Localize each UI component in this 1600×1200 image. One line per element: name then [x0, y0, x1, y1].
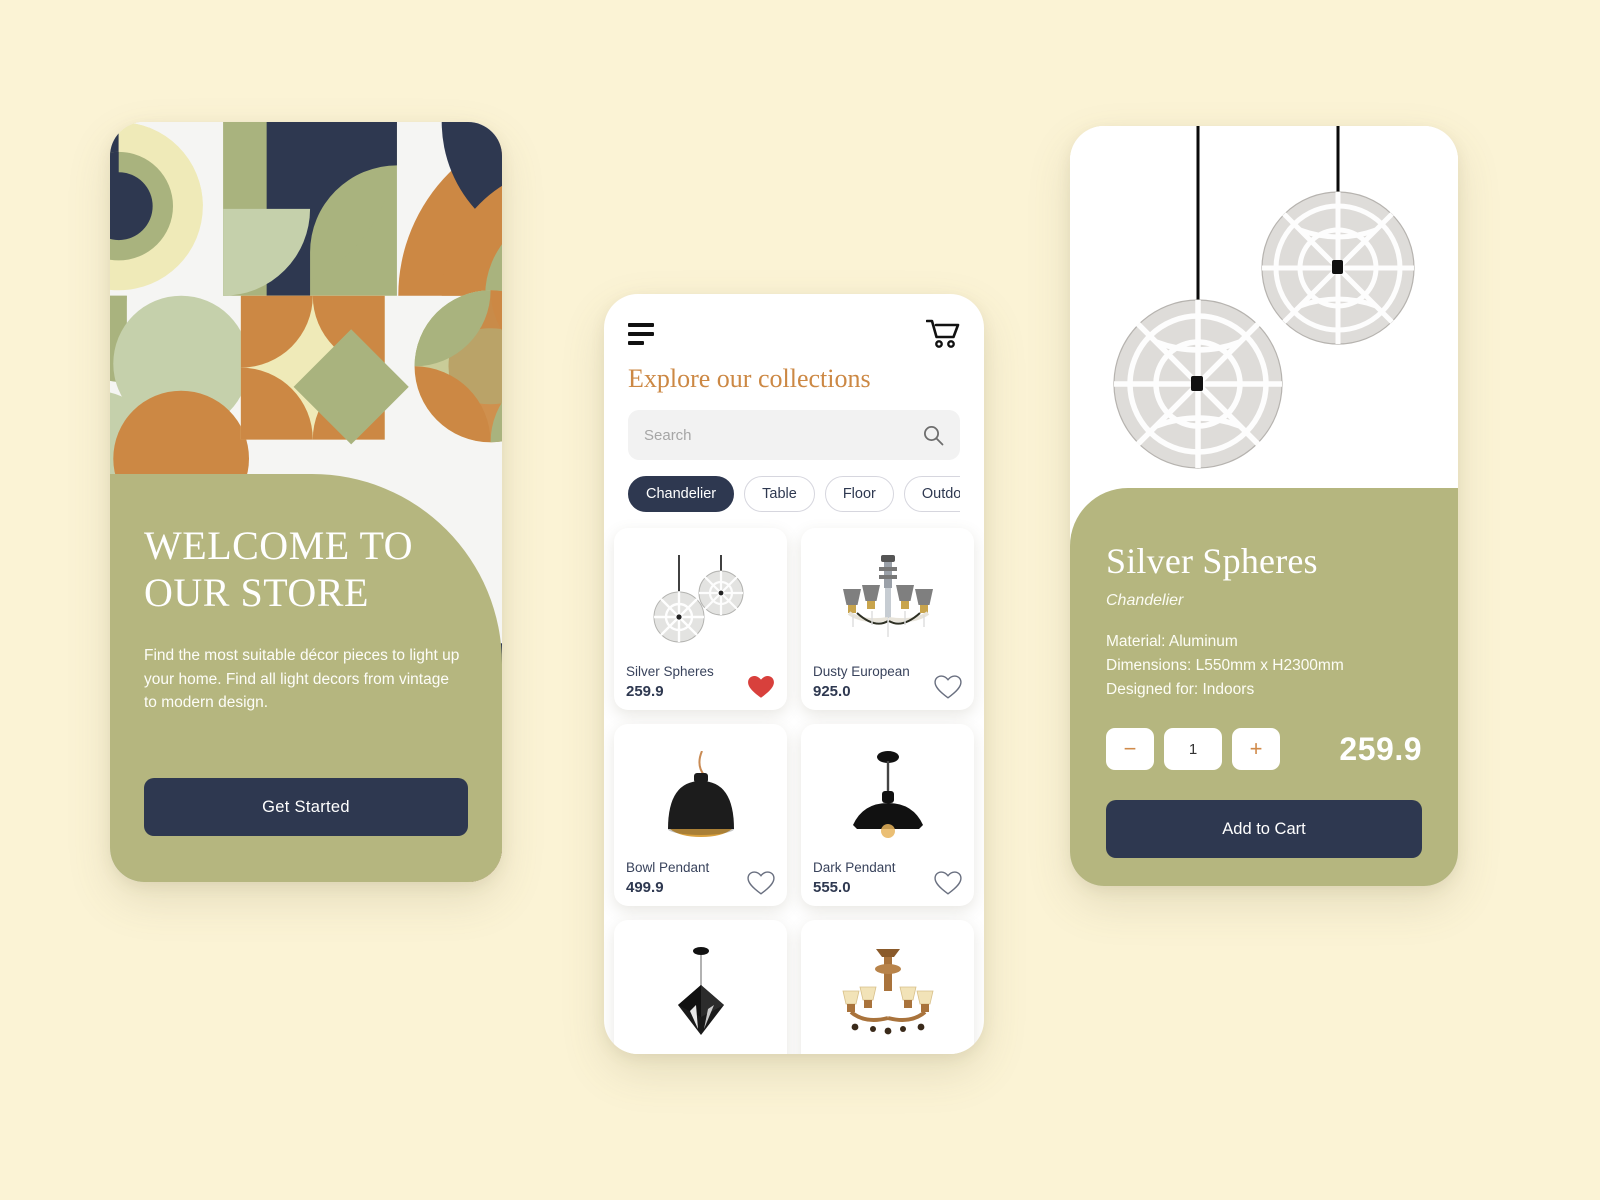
filter-chip-floor[interactable]: Floor	[824, 476, 894, 512]
product-card-golden-european[interactable]: Golden European 1388.0	[801, 920, 974, 1054]
phone-screen-welcome: WELCOME TO OUR STORE Find the most suita…	[110, 122, 502, 882]
dark-pendant-icon	[813, 734, 962, 860]
product-card-silver-spheres[interactable]: Silver Spheres 259.9	[614, 528, 787, 710]
spec-dimensions: Dimensions: L550mm x H2300mm	[1106, 657, 1344, 675]
product-category: Chandelier	[1106, 592, 1184, 609]
filter-chip-table[interactable]: Table	[744, 476, 815, 512]
search-icon[interactable]	[923, 425, 944, 446]
modern-pendant-icon	[626, 930, 775, 1054]
product-name: Dark Pendant	[813, 860, 896, 876]
sphere-pendant-icon	[626, 538, 775, 664]
favorite-heart-icon-filled[interactable]	[747, 674, 775, 700]
welcome-title: WELCOME TO OUR STORE	[144, 523, 414, 616]
catalog-top-bar	[628, 316, 960, 352]
product-name: Dusty European	[813, 664, 910, 680]
phone-screen-product-detail: Silver Spheres Chandelier Material: Alum…	[1070, 126, 1458, 886]
classic-chandelier-icon	[813, 538, 962, 664]
product-price: 925.0	[813, 683, 851, 700]
welcome-subtitle: Find the most suitable décor pieces to l…	[144, 647, 460, 712]
catalog-header: Explore our collections Chandelier Table…	[604, 294, 984, 514]
product-card-modern-pendant[interactable]: Modern Pendant 35.9	[614, 920, 787, 1054]
silver-spheres-hero-image	[1070, 126, 1458, 494]
phone-screen-catalog: Explore our collections Chandelier Table…	[604, 294, 984, 1054]
product-card-footer: Dark Pendant 555.0	[813, 860, 962, 896]
search-bar[interactable]	[628, 410, 960, 460]
welcome-content-panel: WELCOME TO OUR STORE Find the most suita…	[110, 474, 502, 882]
quantity-decrement-button[interactable]: −	[1106, 728, 1154, 771]
quantity-stepper: − + 259.9	[1106, 728, 1422, 771]
product-price: 259.9	[626, 683, 664, 700]
hamburger-icon[interactable]	[628, 323, 654, 345]
spec-material: Material: Aluminum	[1106, 633, 1238, 650]
search-input[interactable]	[644, 426, 923, 444]
favorite-heart-icon-outline[interactable]	[747, 870, 775, 896]
product-name: Silver Spheres	[626, 664, 714, 680]
product-detail-panel: Silver Spheres Chandelier Material: Alum…	[1070, 488, 1458, 886]
quantity-input[interactable]	[1164, 728, 1222, 771]
product-specs: Material: Aluminum Dimensions: L550mm x …	[1106, 630, 1422, 702]
screenshot-canvas: WELCOME TO OUR STORE Find the most suita…	[0, 0, 1600, 1200]
golden-chandelier-icon	[813, 930, 962, 1054]
product-price: 555.0	[813, 879, 851, 896]
product-price: 259.9	[1339, 730, 1422, 767]
quantity-increment-button[interactable]: +	[1232, 728, 1280, 771]
get-started-button[interactable]: Get Started	[144, 778, 468, 836]
favorite-heart-icon-outline[interactable]	[934, 674, 962, 700]
filter-chip-row[interactable]: Chandelier Table Floor Outdoor Downlight	[628, 476, 960, 514]
shopping-cart-icon[interactable]	[926, 319, 960, 349]
bowl-pendant-icon	[626, 734, 775, 860]
product-card-footer: Silver Spheres 259.9	[626, 664, 775, 700]
product-name: Bowl Pendant	[626, 860, 710, 876]
product-card-footer: Dusty European 925.0	[813, 664, 962, 700]
product-card-bowl-pendant[interactable]: Bowl Pendant 499.9	[614, 724, 787, 906]
product-card-dark-pendant[interactable]: Dark Pendant 555.0	[801, 724, 974, 906]
filter-chip-chandelier[interactable]: Chandelier	[628, 476, 735, 512]
product-price: 499.9	[626, 879, 664, 896]
filter-chip-outdoor[interactable]: Outdoor	[903, 476, 960, 512]
add-to-cart-button[interactable]: Add to Cart	[1106, 800, 1422, 859]
product-card-dusty-european[interactable]: Dusty European 925.0	[801, 528, 974, 710]
product-grid: Silver Spheres 259.9 Dusty European 925.…	[604, 528, 984, 1054]
product-title: Silver Spheres	[1106, 541, 1318, 581]
spec-designed-for: Designed for: Indoors	[1106, 681, 1255, 699]
product-card-footer: Bowl Pendant 499.9	[626, 860, 775, 896]
page-title: Explore our collections	[628, 364, 871, 393]
favorite-heart-icon-outline[interactable]	[934, 870, 962, 896]
